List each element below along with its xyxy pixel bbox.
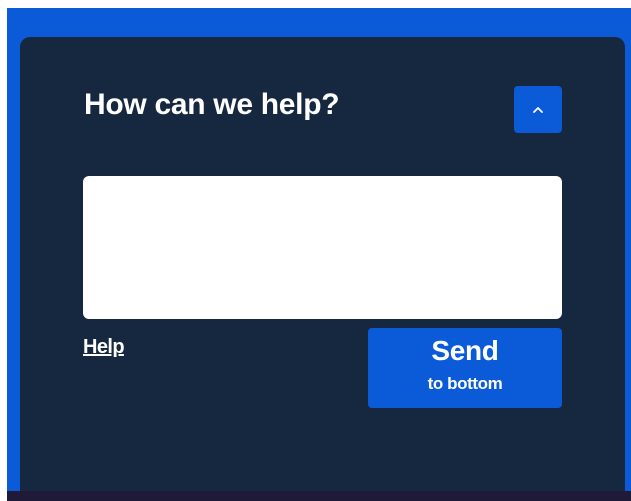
widget-title: How can we help? [84, 88, 340, 121]
help-link[interactable]: Help [83, 334, 125, 360]
chevron-up-icon [532, 106, 544, 114]
collapse-button[interactable] [514, 86, 562, 133]
send-button[interactable]: Send to bottom [368, 328, 562, 408]
send-button-label: Send [431, 335, 499, 366]
send-button-sublabel: to bottom [427, 374, 503, 393]
bottom-strip [7, 491, 631, 501]
message-textarea[interactable] [83, 176, 562, 319]
